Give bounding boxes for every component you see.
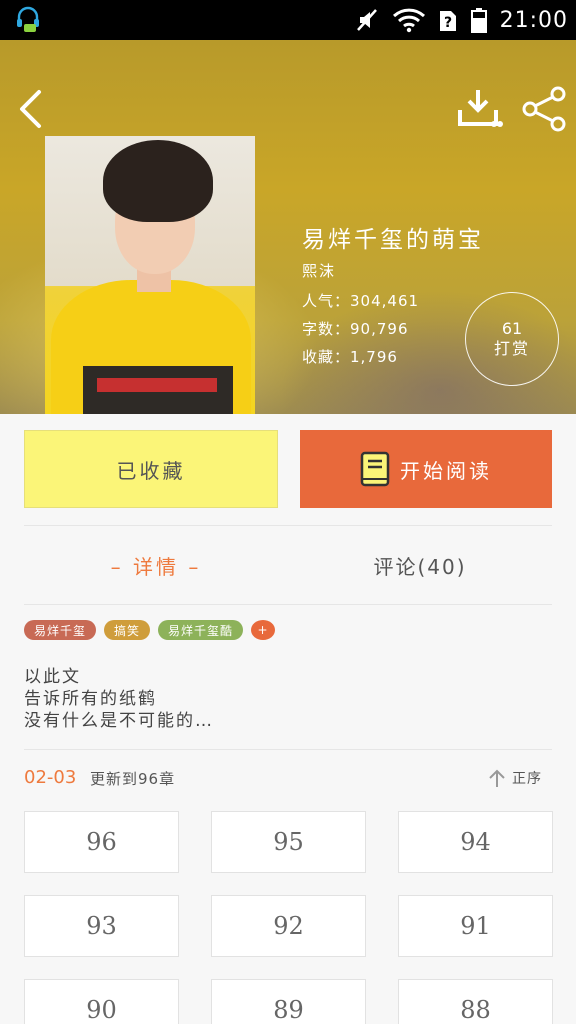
description-line: 告诉所有的纸鹤	[24, 689, 157, 709]
tip-button[interactable]: 61 打赏	[465, 292, 559, 386]
divider	[24, 749, 552, 750]
collected-button[interactable]: 已收藏	[24, 430, 278, 508]
book-cover-image[interactable]	[45, 136, 255, 414]
chapter-button[interactable]: 90	[24, 979, 179, 1024]
tip-count: 61	[501, 319, 523, 338]
book-author[interactable]: 熙沫	[302, 260, 336, 281]
download-icon	[458, 90, 503, 127]
chapter-grid: 96 95 94 93 92 91 90 89 88	[24, 811, 553, 1024]
status-icons: ? 21:00	[354, 6, 568, 34]
share-icon	[522, 86, 566, 132]
chapter-button[interactable]: 94	[398, 811, 553, 873]
sim-unknown-icon: ?	[439, 11, 456, 31]
popularity-stat: 人气：304,461	[302, 292, 420, 310]
start-reading-label: 开始阅读	[400, 458, 492, 483]
tag-chip[interactable]: 易烊千玺酷	[158, 620, 244, 640]
chapter-button[interactable]: 91	[398, 895, 553, 957]
book-title: 易烊千玺的萌宝	[302, 227, 484, 253]
description-line: 没有什么是不可能的…	[24, 711, 214, 731]
start-reading-button[interactable]: 开始阅读	[300, 430, 552, 508]
tab-comments[interactable]: 评论(40)	[288, 540, 552, 590]
book-icon	[360, 451, 390, 487]
tab-detail[interactable]: – 详情 –	[24, 540, 288, 590]
share-button[interactable]	[520, 86, 568, 132]
download-button[interactable]	[456, 86, 504, 132]
arrow-up-icon	[489, 769, 505, 787]
sort-order-button[interactable]: 正序	[488, 764, 542, 792]
mute-icon	[356, 9, 377, 31]
back-button[interactable]	[12, 86, 48, 132]
svg-text:?: ?	[444, 15, 452, 31]
sort-order-label: 正序	[512, 771, 542, 787]
chapter-button[interactable]: 95	[211, 811, 366, 873]
chapter-button[interactable]: 93	[24, 895, 179, 957]
wifi-icon	[392, 8, 425, 33]
chapter-button[interactable]: 92	[211, 895, 366, 957]
book-description: 以此文 告诉所有的纸鹤 没有什么是不可能的…	[24, 666, 214, 732]
description-line: 以此文	[24, 667, 81, 687]
tag-chip[interactable]: 易烊千玺	[24, 620, 97, 640]
tag-chip[interactable]: 搞笑	[104, 620, 151, 640]
book-header: 易烊千玺的萌宝 熙沫 人气：304,461 字数：90,796 收藏：1,796…	[0, 40, 576, 414]
chapter-button[interactable]: 88	[398, 979, 553, 1024]
tab-comments-label: 评论(40)	[373, 554, 467, 579]
battery-icon	[470, 8, 487, 33]
headset-chat-icon	[17, 6, 39, 32]
favorites-stat: 收藏：1,796	[302, 348, 398, 366]
divider	[24, 525, 552, 526]
divider	[24, 604, 552, 605]
update-status: 更新到96章	[90, 770, 176, 788]
add-tag-button[interactable]: +	[251, 620, 276, 640]
chapter-button[interactable]: 96	[24, 811, 179, 873]
update-date: 02-03	[24, 767, 77, 788]
tip-label: 打赏	[493, 339, 530, 358]
status-time: 21:00	[499, 7, 568, 33]
tab-detail-label: – 详情 –	[110, 554, 202, 579]
tag-list: 易烊千玺 搞笑 易烊千玺酷 +	[24, 620, 276, 640]
chapter-button[interactable]: 89	[211, 979, 366, 1024]
collected-label: 已收藏	[116, 458, 186, 483]
word-count-stat: 字数：90,796	[302, 320, 409, 338]
status-bar: ? 21:00	[0, 0, 576, 40]
